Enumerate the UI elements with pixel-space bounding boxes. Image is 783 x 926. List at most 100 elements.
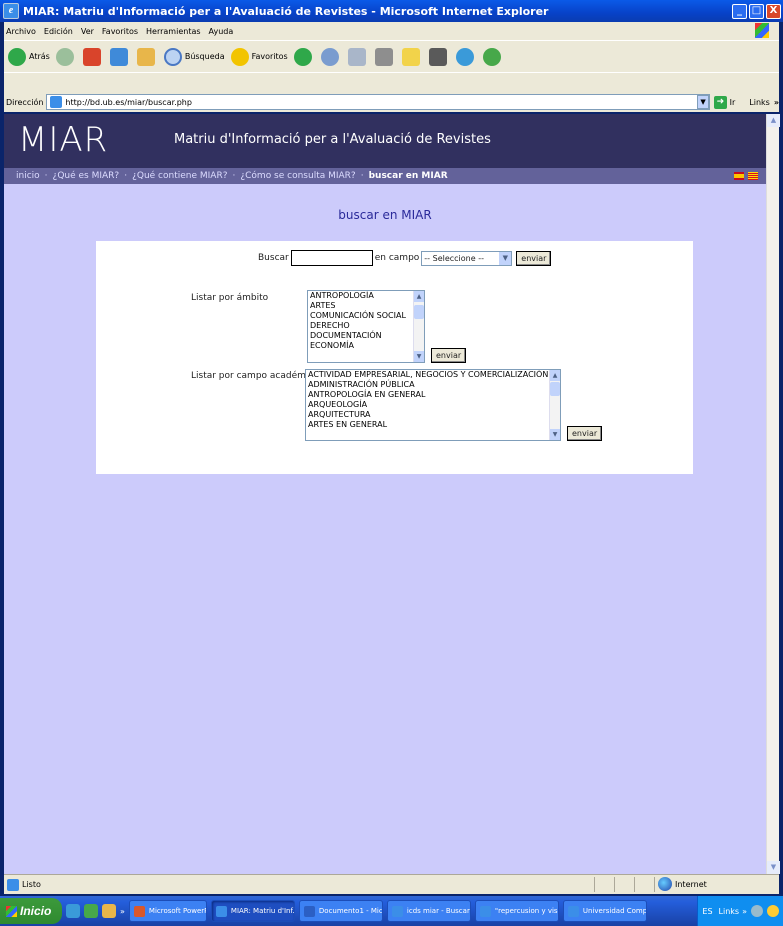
history-button[interactable] bbox=[293, 47, 315, 66]
list-item[interactable]: ANTROPOLOGÍA bbox=[308, 291, 424, 301]
list-item[interactable]: ARTES bbox=[308, 301, 424, 311]
language-indicator[interactable]: ES bbox=[702, 907, 712, 916]
ambit-listbox[interactable]: ANTROPOLOGÍA ARTES COMUNICACIÓN SOCIAL D… bbox=[307, 290, 425, 363]
list-item[interactable]: ADMINISTRACIÓN PÚBLICA bbox=[306, 380, 560, 390]
task-powerpoint[interactable]: Microsoft PowerPo... bbox=[128, 900, 207, 922]
ie-quicklaunch-icon[interactable] bbox=[66, 904, 80, 918]
listbox-scrollbar[interactable]: ▲ ▼ bbox=[413, 291, 424, 362]
list-item[interactable]: DOCUMENTACIÓN bbox=[308, 331, 424, 341]
chevron-down-icon: ▼ bbox=[499, 251, 512, 265]
search-input[interactable] bbox=[290, 250, 373, 266]
scroll-up-icon[interactable]: ▲ bbox=[414, 291, 424, 302]
folder-button[interactable] bbox=[401, 47, 423, 66]
nav-como-consulta[interactable]: ¿Cómo se consulta MIAR? bbox=[240, 171, 355, 181]
field-select-value: -- Seleccione -- bbox=[424, 253, 484, 263]
research-button[interactable] bbox=[428, 47, 450, 66]
title-bar[interactable]: e MIAR: Matriu d'Informació per a l'Aval… bbox=[0, 0, 783, 22]
history-icon bbox=[293, 47, 312, 66]
speaker-icon[interactable] bbox=[751, 905, 763, 917]
messenger-button[interactable] bbox=[455, 47, 477, 66]
refresh-button[interactable] bbox=[109, 47, 131, 66]
start-button[interactable]: Inicio bbox=[0, 898, 62, 924]
go-arrow-icon[interactable]: ➜ bbox=[714, 95, 727, 109]
task-miar[interactable]: MIAR: Matriu d'Inf... bbox=[210, 900, 295, 922]
site-tagline: Matriu d'Informació per a l'Avaluació de… bbox=[174, 132, 491, 147]
magnifier-icon bbox=[163, 47, 182, 66]
scroll-down-icon[interactable]: ▼ bbox=[767, 861, 780, 874]
forward-button[interactable] bbox=[55, 47, 77, 66]
list-item[interactable]: ARQUITECTURA bbox=[306, 410, 560, 420]
menu-ver[interactable]: Ver bbox=[81, 27, 94, 36]
page-scrollbar[interactable]: ▲ ▼ bbox=[766, 114, 780, 874]
nav-que-contiene[interactable]: ¿Qué contiene MIAR? bbox=[132, 171, 227, 181]
task-documento[interactable]: Documento1 - Micr... bbox=[298, 900, 383, 922]
list-item[interactable]: COMUNICACIÓN SOCIAL bbox=[308, 311, 424, 321]
menu-archivo[interactable]: Archivo bbox=[6, 27, 36, 36]
print-button[interactable] bbox=[347, 47, 369, 66]
edit-button[interactable] bbox=[374, 47, 396, 66]
nav-buscar[interactable]: buscar en MIAR bbox=[369, 171, 448, 181]
task-repercusion[interactable]: "repercusion y visi... bbox=[474, 900, 559, 922]
go-button-label[interactable]: Ir bbox=[730, 98, 736, 107]
favorites-button[interactable]: Favoritos bbox=[230, 47, 288, 66]
task-label: Microsoft PowerPo... bbox=[148, 907, 206, 915]
links-overflow[interactable]: » bbox=[774, 98, 779, 107]
users-icon bbox=[482, 47, 501, 66]
menu-favoritos[interactable]: Favoritos bbox=[102, 27, 138, 36]
search-button[interactable]: Búsqueda bbox=[163, 47, 225, 66]
minimize-button[interactable]: _ bbox=[732, 3, 747, 19]
status-divider bbox=[594, 877, 595, 892]
list-item[interactable]: ECONOMÍA bbox=[308, 341, 424, 351]
scroll-thumb[interactable] bbox=[414, 305, 424, 319]
catalan-flag-icon[interactable] bbox=[748, 172, 758, 180]
close-button[interactable]: X bbox=[766, 3, 781, 19]
start-label: Inicio bbox=[20, 904, 52, 918]
home-button[interactable] bbox=[136, 47, 158, 66]
site-logo[interactable]: MIAR bbox=[18, 120, 108, 160]
academic-listbox[interactable]: ACTIVIDAD EMPRESARIAL, NEGOCIOS Y COMERC… bbox=[305, 369, 561, 441]
listbox-scrollbar[interactable]: ▲ ▼ bbox=[549, 370, 560, 440]
mail-button[interactable] bbox=[320, 47, 342, 66]
nav-inicio[interactable]: inicio bbox=[16, 171, 40, 181]
tray-links[interactable]: Links bbox=[719, 907, 740, 916]
scroll-down-icon[interactable]: ▼ bbox=[414, 351, 424, 362]
status-divider bbox=[654, 877, 655, 892]
users-button[interactable] bbox=[482, 47, 504, 66]
maximize-button[interactable]: □ bbox=[749, 3, 764, 19]
nav-que-es[interactable]: ¿Qué es MIAR? bbox=[53, 171, 120, 181]
search-submit-button[interactable]: enviar bbox=[516, 250, 552, 266]
menu-edicion[interactable]: Edición bbox=[44, 27, 73, 36]
network-icon[interactable] bbox=[767, 905, 779, 917]
ambit-submit-button[interactable]: enviar bbox=[431, 348, 467, 363]
messenger-quicklaunch-icon[interactable] bbox=[84, 904, 98, 918]
zone-text: Internet bbox=[675, 879, 707, 889]
list-item[interactable]: DERECHO bbox=[308, 321, 424, 331]
tray-overflow[interactable]: » bbox=[742, 907, 747, 916]
status-text: Listo bbox=[22, 880, 41, 889]
field-select[interactable]: -- Seleccione -- ▼ bbox=[421, 250, 513, 266]
menu-ayuda[interactable]: Ayuda bbox=[209, 27, 234, 36]
task-universidad[interactable]: Universidad Compl... bbox=[562, 900, 647, 922]
links-toolbar[interactable]: Links bbox=[749, 98, 770, 107]
page-viewport: MIAR Matriu d'Informació per a l'Avaluac… bbox=[4, 114, 766, 874]
scroll-up-icon[interactable]: ▲ bbox=[550, 370, 560, 381]
globe-icon bbox=[658, 877, 672, 891]
menu-herramientas[interactable]: Herramientas bbox=[146, 27, 201, 36]
address-dropdown-icon[interactable]: ▼ bbox=[697, 95, 710, 109]
list-item[interactable]: ANTROPOLOGÍA EN GENERAL bbox=[306, 390, 560, 400]
list-item[interactable]: ARTES EN GENERAL bbox=[306, 420, 560, 430]
scroll-down-icon[interactable]: ▼ bbox=[550, 429, 560, 440]
back-button[interactable]: Atrás bbox=[8, 47, 50, 66]
list-item[interactable]: ARQUEOLOGÍA bbox=[306, 400, 560, 410]
taskbar: Inicio » Microsoft PowerPo... MIAR: Matr… bbox=[0, 896, 783, 926]
desktop-quicklaunch-icon[interactable] bbox=[102, 904, 116, 918]
task-icds[interactable]: icds miar - Buscar ... bbox=[386, 900, 471, 922]
scroll-up-icon[interactable]: ▲ bbox=[767, 114, 780, 127]
academic-submit-button[interactable]: enviar bbox=[567, 426, 603, 441]
scroll-thumb[interactable] bbox=[550, 382, 560, 396]
list-item[interactable]: ACTIVIDAD EMPRESARIAL, NEGOCIOS Y COMERC… bbox=[306, 370, 560, 380]
spanish-flag-icon[interactable] bbox=[734, 172, 744, 180]
address-input[interactable]: http://bd.ub.es/miar/buscar.php ▼ bbox=[46, 94, 711, 110]
stop-button[interactable] bbox=[82, 47, 104, 66]
quicklaunch-overflow[interactable]: » bbox=[120, 907, 125, 916]
